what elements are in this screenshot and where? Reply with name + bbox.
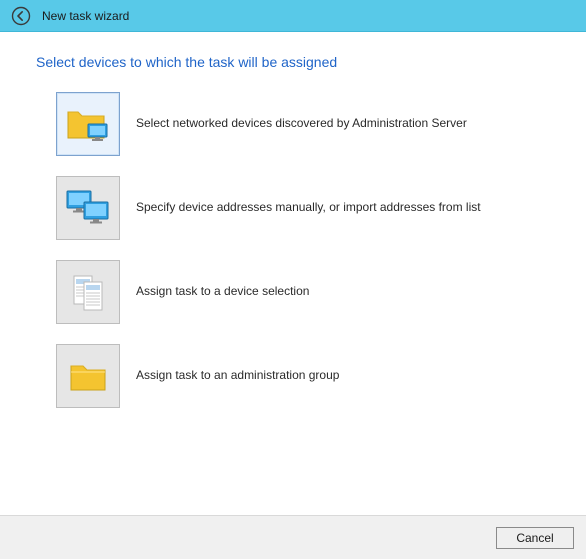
option-device-selection[interactable]: Assign task to a device selection xyxy=(56,260,554,324)
back-button[interactable] xyxy=(0,0,42,32)
page-heading: Select devices to which the task will be… xyxy=(36,54,554,70)
option-label: Specify device addresses manually, or im… xyxy=(136,200,481,216)
option-specify-addresses[interactable]: Specify device addresses manually, or im… xyxy=(56,176,554,240)
back-arrow-icon xyxy=(11,6,31,26)
footer-bar: Cancel xyxy=(0,515,586,559)
cancel-button[interactable]: Cancel xyxy=(496,527,574,549)
option-networked-devices[interactable]: Select networked devices discovered by A… xyxy=(56,92,554,156)
options-list: Select networked devices discovered by A… xyxy=(56,92,554,408)
folder-monitor-icon xyxy=(56,92,120,156)
option-label: Select networked devices discovered by A… xyxy=(136,116,467,132)
window-title: New task wizard xyxy=(42,9,129,23)
folder-icon xyxy=(56,344,120,408)
two-monitors-icon xyxy=(56,176,120,240)
option-admin-group[interactable]: Assign task to an administration group xyxy=(56,344,554,408)
option-label: Assign task to an administration group xyxy=(136,368,339,384)
option-label: Assign task to a device selection xyxy=(136,284,309,300)
documents-icon xyxy=(56,260,120,324)
wizard-page: Select devices to which the task will be… xyxy=(0,32,586,515)
titlebar: New task wizard xyxy=(0,0,586,32)
